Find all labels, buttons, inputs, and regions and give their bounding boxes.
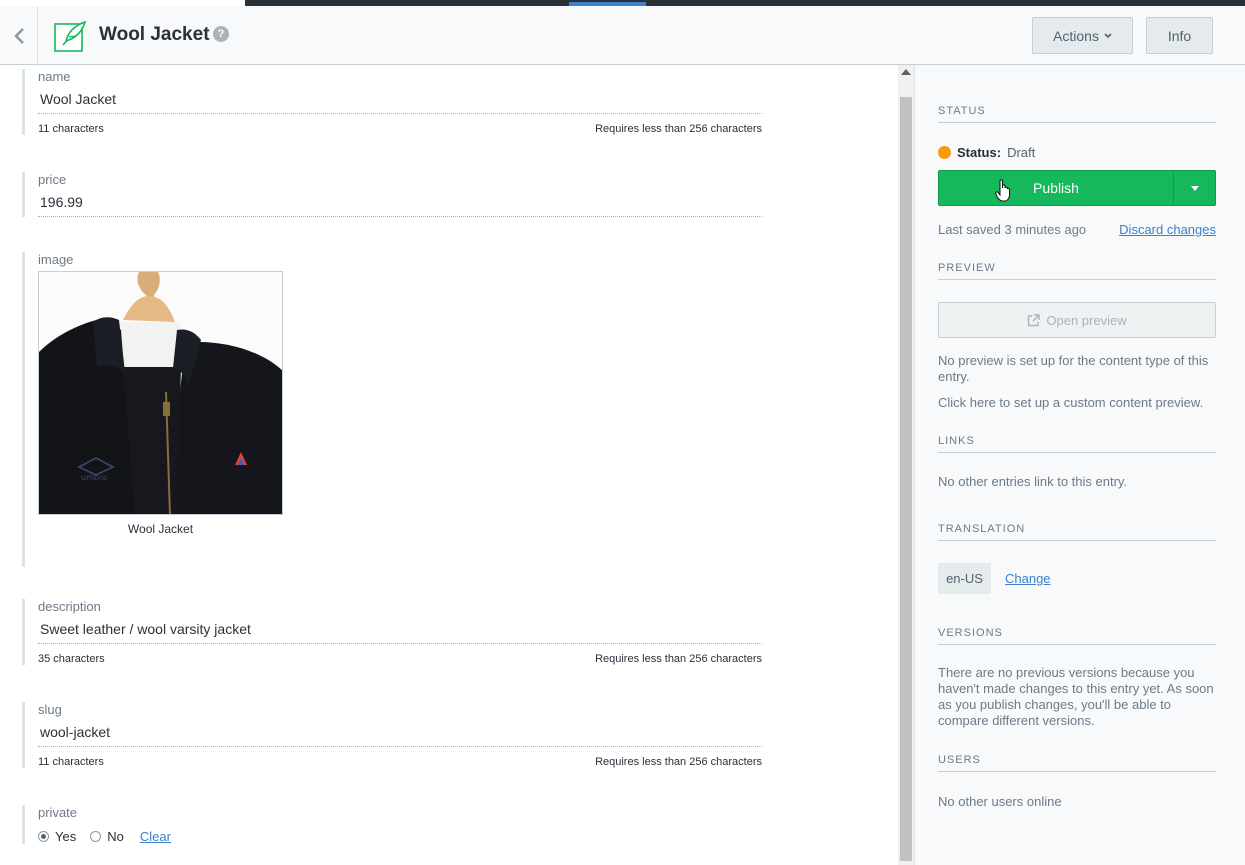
char-limit: Requires less than 256 characters — [595, 123, 762, 135]
radio-yes-label[interactable]: Yes — [55, 829, 76, 844]
scroll-up-arrow-icon[interactable] — [901, 69, 911, 75]
last-saved-text: Last saved 3 minutes ago — [938, 222, 1087, 237]
links-section: LINKS — [938, 435, 1216, 453]
field-image: image umbro Wool Jacket — [22, 252, 762, 567]
setup-preview-link[interactable]: Click here to set up a custom content pr… — [938, 395, 1216, 411]
field-meta: 11 characters Requires less than 256 cha… — [38, 123, 762, 135]
status-dot-icon — [938, 146, 951, 159]
external-link-icon — [1028, 313, 1041, 326]
section-title: USERS — [938, 754, 1216, 772]
entry-sidebar: STATUS Status: Draft Publish Last saved … — [914, 65, 1245, 865]
last-saved-row: Last saved 3 minutes ago Discard changes — [938, 222, 1216, 237]
char-count: 11 characters — [38, 123, 104, 135]
entry-editor: name Wool Jacket 11 characters Requires … — [0, 65, 898, 865]
preview-section: PREVIEW — [938, 262, 1216, 280]
change-locale-link[interactable]: Change — [1005, 571, 1051, 586]
char-limit: Requires less than 256 characters — [595, 756, 762, 768]
char-count: 11 characters — [38, 756, 104, 768]
entry-type-icon — [54, 20, 87, 53]
publish-menu-button[interactable] — [1173, 171, 1215, 205]
users-section: USERS — [938, 754, 1216, 772]
radio-yes[interactable] — [38, 831, 49, 842]
help-icon[interactable]: ? — [213, 26, 229, 42]
jacket-image: umbro — [39, 272, 282, 514]
chevron-left-icon — [13, 27, 24, 44]
status-label: Status: — [957, 145, 1002, 160]
field-private: private Yes No Clear — [22, 805, 762, 844]
svg-text:umbro: umbro — [81, 473, 107, 482]
scroll-thumb[interactable] — [900, 97, 912, 861]
price-input[interactable]: 196.99 — [38, 187, 762, 217]
field-label: name — [38, 69, 71, 84]
caret-down-icon — [1190, 185, 1199, 191]
open-preview-button[interactable]: Open preview — [938, 302, 1216, 338]
field-label: slug — [38, 702, 62, 717]
field-description: description Sweet leather / wool varsity… — [22, 599, 762, 665]
actions-label: Actions — [1053, 27, 1099, 44]
field-name: name Wool Jacket 11 characters Requires … — [22, 69, 762, 135]
main-scrollbar[interactable] — [898, 65, 914, 865]
versions-message: There are no previous versions because y… — [938, 665, 1214, 728]
versions-section: VERSIONS — [938, 627, 1216, 645]
radio-no-label[interactable]: No — [107, 829, 124, 844]
status-line: Status: Draft — [938, 145, 1216, 160]
back-button[interactable] — [0, 6, 38, 65]
field-slug: slug wool-jacket 11 characters Requires … — [22, 702, 762, 768]
slug-input[interactable]: wool-jacket — [38, 717, 762, 747]
char-limit: Requires less than 256 characters — [595, 653, 762, 665]
locale-badge: en-US — [938, 563, 991, 594]
field-label: image — [38, 252, 74, 267]
section-title: PREVIEW — [938, 262, 1216, 280]
description-input[interactable]: Sweet leather / wool varsity jacket — [38, 614, 762, 644]
entry-header: Wool Jacket ? Actions Info — [0, 6, 1245, 65]
field-meta: 11 characters Requires less than 256 cha… — [38, 756, 762, 768]
name-input[interactable]: Wool Jacket — [38, 84, 762, 114]
section-title: STATUS — [938, 105, 1216, 123]
open-preview-label: Open preview — [1046, 312, 1127, 328]
hand-cursor-icon — [995, 179, 1010, 202]
publish-button-group: Publish — [938, 170, 1216, 206]
field-label: private — [38, 805, 78, 820]
publish-button[interactable]: Publish — [939, 171, 1173, 205]
field-label: price — [38, 172, 67, 187]
status-section: STATUS — [938, 105, 1216, 123]
section-title: LINKS — [938, 435, 1216, 453]
info-button[interactable]: Info — [1146, 17, 1213, 54]
translation-section: TRANSLATION — [938, 523, 1216, 541]
page-title: Wool Jacket — [99, 24, 210, 45]
image-caption: Wool Jacket — [127, 522, 194, 536]
clear-link[interactable]: Clear — [140, 829, 171, 844]
preview-message: No preview is set up for the content typ… — [938, 353, 1209, 384]
image-thumbnail[interactable]: umbro — [38, 271, 283, 515]
status-value: Draft — [1007, 145, 1036, 160]
char-count: 35 characters — [38, 653, 105, 665]
field-label: description — [38, 599, 101, 614]
discard-changes-link[interactable]: Discard changes — [1119, 222, 1216, 237]
actions-button[interactable]: Actions — [1032, 17, 1133, 54]
section-title: VERSIONS — [938, 627, 1216, 645]
field-meta: 35 characters Requires less than 256 cha… — [38, 653, 762, 665]
links-message: No other entries link to this entry. — [938, 474, 1128, 489]
field-price: price 196.99 — [22, 172, 762, 217]
private-radio-group: Yes No Clear — [38, 829, 762, 844]
radio-no[interactable] — [90, 831, 102, 842]
chevron-down-icon — [1104, 32, 1112, 38]
users-message: No other users online — [938, 794, 1062, 809]
section-title: TRANSLATION — [938, 523, 1216, 541]
